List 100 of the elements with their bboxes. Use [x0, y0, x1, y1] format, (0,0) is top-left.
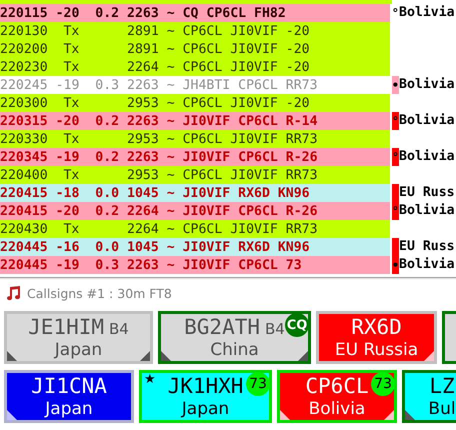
snr-text: Tx	[62, 222, 80, 236]
time-text: 220245	[0, 78, 48, 92]
marker-text: °	[392, 7, 399, 19]
marker-text: °	[392, 205, 399, 217]
callsign-text: LZ	[429, 374, 455, 398]
message-text: ~ CP6CL JI0VIF -20	[166, 42, 311, 56]
dt-text: 0.2	[95, 6, 120, 20]
frequency-text: 1045	[127, 186, 159, 200]
dt-text: 0.2	[95, 150, 120, 164]
country-text: Bolivia	[399, 76, 455, 94]
band-suffix: B4	[265, 320, 285, 338]
dt-text: 0.2	[95, 114, 120, 128]
time-text: 220400	[0, 168, 48, 182]
time-text: 220130	[0, 24, 48, 38]
frequency-text: 2953	[127, 168, 159, 182]
band-suffix: B4	[109, 320, 129, 338]
frequency-text: 2263	[127, 6, 159, 20]
message-text: ~ CQ CP6CL FH82	[166, 6, 287, 20]
decode-row[interactable]: 220300 Tx 2953 ~ CP6CL JI0VIF -20	[0, 94, 390, 112]
time-text: 220415	[0, 204, 48, 218]
decode-row[interactable]: 220330 Tx 2953 ~ CP6CL JI0VIF RR73	[0, 130, 390, 148]
dt-text: 0.2	[95, 204, 120, 218]
callsign-text: BG2ATH	[184, 314, 260, 340]
country-text: Bolivia	[308, 398, 366, 420]
marker-text: •	[392, 259, 399, 271]
decode-row[interactable]: 220115 -20 0.2 2263 ~ CQ CP6CL FH82	[0, 4, 390, 22]
snr-text: -19	[56, 78, 80, 92]
country-text: Bolivia	[399, 112, 455, 130]
callsign-tile[interactable]: JE1HIM B4 Japan	[4, 311, 153, 364]
marker-text: °	[392, 151, 399, 163]
decode-row[interactable]: 220415 -18 0.0 1045 ~ JI0VIF RX6D KN96	[0, 184, 390, 202]
decode-row[interactable]: 220130 Tx 2891 ~ CP6CL JI0VIF -20	[0, 22, 390, 40]
country-text: EU Russ	[399, 238, 455, 256]
decode-row[interactable]: 220200 Tx 2891 ~ CP6CL JI0VIF -20	[0, 40, 390, 58]
decode-row[interactable]: 220445 -16 0.0 1045 ~ JI0VIF RX6D KN96	[0, 238, 390, 256]
dt-text: 0.0	[95, 240, 120, 254]
frequency-text: 2891	[127, 42, 159, 56]
time-text: 220445	[0, 240, 48, 254]
country-text: China	[210, 340, 259, 360]
message-text: ~ JI0VIF RX6D KN96	[166, 186, 311, 200]
marker-text: •	[392, 79, 399, 91]
callsign-tile[interactable]: JI1CNA Japan	[4, 370, 134, 423]
country-text: Japan	[182, 398, 230, 420]
star-icon: ★	[144, 373, 156, 386]
callsign-tile[interactable]: BG2ATH B4 China CQ	[158, 311, 311, 364]
frequency-text: 2263	[127, 258, 159, 272]
time-text: 220345	[0, 150, 48, 164]
decode-row[interactable]: 220430 Tx 2264 ~ CP6CL JI0VIF RR73	[0, 220, 390, 238]
time-text: 220230	[0, 60, 48, 74]
snr-text: Tx	[62, 42, 80, 56]
time-text: 220445	[0, 258, 48, 272]
time-text: 220200	[0, 42, 48, 56]
frequency-text: 2263	[127, 78, 159, 92]
frequency-text: 2264	[127, 60, 159, 74]
dt-text: 0.3	[95, 78, 120, 92]
time-text: 220415	[0, 186, 48, 200]
callsign-tile[interactable]: CP6CL Bolivia 73	[277, 370, 397, 423]
status-badge: CQ	[285, 313, 309, 337]
country-text: Bolivia	[399, 202, 455, 220]
decode-row[interactable]: 220230 Tx 2264 ~ CP6CL JI0VIF -20	[0, 58, 390, 76]
snr-text: -16	[56, 240, 80, 254]
country-text: Bolivia	[399, 4, 455, 22]
snr-text: -19	[56, 150, 80, 164]
callsign-text: RX6D	[351, 314, 402, 340]
message-text: ~ JI0VIF CP6CL 73	[166, 258, 303, 272]
snr-text: Tx	[62, 24, 80, 38]
snr-text: Tx	[62, 132, 80, 146]
snr-text: Tx	[62, 96, 80, 110]
time-text: 220115	[0, 6, 48, 20]
frequency-text: 2264	[127, 204, 159, 218]
callsign-text: JK1HXH	[168, 374, 244, 398]
decode-row[interactable]: 220400 Tx 2953 ~ CP6CL JI0VIF RR73	[0, 166, 390, 184]
country-text: Bolivia	[399, 148, 455, 166]
frequency-text: 1045	[127, 240, 159, 254]
dt-text: 0.3	[95, 258, 120, 272]
callsign-tile[interactable]: LZ Bul	[402, 370, 456, 423]
snr-text: Tx	[62, 168, 80, 182]
callsign-tile[interactable]: JK1HXH Japan 73 ★	[139, 370, 272, 423]
snr-text: -20	[56, 6, 80, 20]
status-badge: 73	[371, 372, 395, 396]
message-text: ~ CP6CL JI0VIF -20	[166, 24, 311, 38]
message-text: ~ CP6CL JI0VIF -20	[166, 96, 311, 110]
frequency-text: 2264	[127, 222, 159, 236]
callsign-text: JE1HIM	[28, 314, 104, 340]
snr-text: -20	[56, 204, 80, 218]
message-text: ~ JI0VIF RX6D KN96	[166, 240, 311, 254]
frequency-text: 2263	[127, 150, 159, 164]
music-note-icon	[5, 285, 21, 301]
callsign-text: JI1CNA	[31, 374, 107, 398]
snr-text: -20	[56, 114, 80, 128]
marker-text: °	[392, 115, 399, 127]
frequency-text: 2953	[127, 96, 159, 110]
frequency-text: 2891	[127, 24, 159, 38]
time-text: 220315	[0, 114, 48, 128]
message-text: ~ CP6CL JI0VIF RR73	[166, 222, 319, 236]
callsign-tile[interactable]: RX6D EU Russia	[316, 311, 437, 364]
message-text: ~ JI0VIF CP6CL R-26	[166, 150, 319, 164]
dt-text: 0.0	[95, 186, 120, 200]
snr-text: Tx	[62, 60, 80, 74]
time-text: 220300	[0, 96, 48, 110]
